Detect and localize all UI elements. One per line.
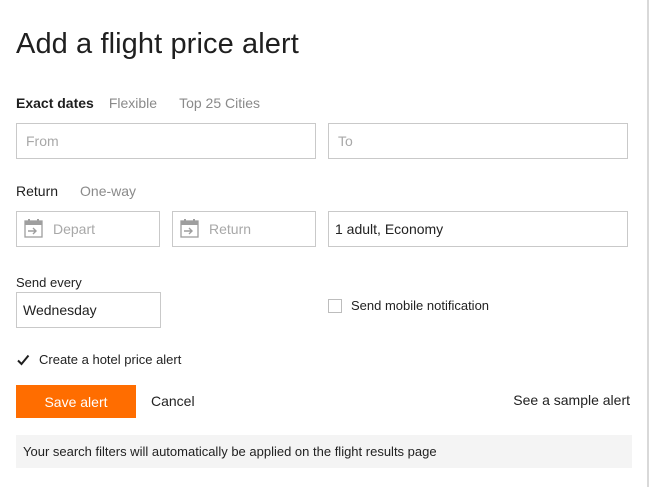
hotel-alert-row[interactable]: Create a hotel price alert — [16, 352, 181, 367]
calendar-depart-icon — [23, 218, 45, 240]
checkmark-icon — [17, 354, 30, 365]
save-alert-button[interactable]: Save alert — [16, 385, 136, 418]
mobile-notification-label: Send mobile notification — [351, 298, 490, 313]
from-field[interactable]: From — [16, 123, 316, 159]
info-bar: Your search filters will automatically b… — [16, 435, 632, 468]
return-date-placeholder: Return — [209, 221, 252, 237]
return-date-field[interactable]: Return — [172, 211, 316, 247]
tab-one-way[interactable]: One-way — [80, 183, 136, 199]
cancel-button[interactable]: Cancel — [151, 393, 195, 409]
sample-alert-link[interactable]: See a sample alert — [513, 392, 630, 408]
mobile-notification-row[interactable]: Send mobile notification — [328, 298, 489, 313]
info-text: Your search filters will automatically b… — [23, 444, 437, 459]
travellers-value: 1 adult, Economy — [335, 221, 444, 237]
page-title: Add a flight price alert — [16, 28, 299, 60]
tab-exact-dates[interactable]: Exact dates — [16, 95, 94, 111]
tab-top-25-cities[interactable]: Top 25 Cities — [179, 95, 260, 111]
from-placeholder: From — [26, 133, 59, 149]
to-field[interactable]: To — [328, 123, 628, 159]
send-every-value: Wednesday — [23, 302, 97, 318]
tab-flexible[interactable]: Flexible — [109, 95, 157, 111]
calendar-return-icon — [179, 218, 201, 240]
travellers-select[interactable]: 1 adult, Economy — [328, 211, 628, 247]
depart-placeholder: Depart — [53, 221, 96, 237]
hotel-alert-label: Create a hotel price alert — [39, 352, 182, 367]
mobile-notification-checkbox[interactable] — [328, 298, 342, 313]
trip-type-tabs: Return One-way — [16, 183, 151, 199]
send-every-label: Send every — [16, 275, 82, 290]
send-every-select[interactable]: Wednesday — [16, 292, 161, 328]
tab-return[interactable]: Return — [16, 183, 58, 199]
depart-field[interactable]: Depart — [16, 211, 160, 247]
to-placeholder: To — [338, 133, 353, 149]
date-mode-tabs: Exact dates Flexible Top 25 Cities — [16, 95, 275, 111]
hotel-alert-checkbox[interactable] — [16, 352, 30, 367]
